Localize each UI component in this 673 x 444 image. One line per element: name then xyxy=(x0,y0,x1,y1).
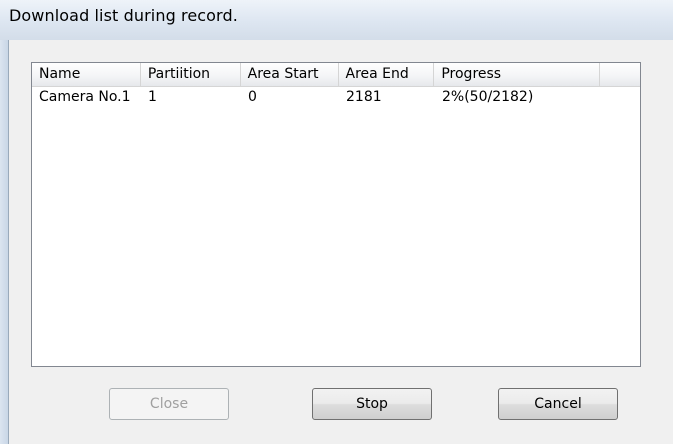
column-header-filler xyxy=(600,63,640,86)
close-button[interactable]: Close xyxy=(109,388,229,420)
column-header-area-start[interactable]: Area Start xyxy=(241,63,339,86)
dialog-title: Download list during record. xyxy=(9,6,238,25)
download-list-view[interactable]: Name Partiition Area Start Area End Prog… xyxy=(31,62,641,367)
cancel-button[interactable]: Cancel xyxy=(498,388,618,420)
window-frame-left xyxy=(0,40,9,444)
title-bar[interactable]: Download list during record. xyxy=(0,0,673,40)
column-header-progress[interactable]: Progress xyxy=(434,63,601,86)
stop-button[interactable]: Stop xyxy=(312,388,432,420)
column-header-area-end[interactable]: Area End xyxy=(339,63,435,86)
cell-area-end: 2181 xyxy=(346,89,382,105)
cell-name: Camera No.1 xyxy=(39,89,131,105)
cell-partition: 1 xyxy=(148,89,157,105)
dialog-client-area: Name Partiition Area Start Area End Prog… xyxy=(9,40,673,444)
list-header: Name Partiition Area Start Area End Prog… xyxy=(32,63,640,87)
download-list-dialog: Download list during record. Name Partii… xyxy=(0,0,673,444)
list-row[interactable]: Camera No.1 1 0 2181 2%(50/2182) xyxy=(32,87,640,107)
column-header-name[interactable]: Name xyxy=(32,63,141,86)
cell-area-start: 0 xyxy=(248,89,257,105)
cell-progress: 2%(50/2182) xyxy=(442,89,534,105)
column-header-partition[interactable]: Partiition xyxy=(141,63,241,86)
